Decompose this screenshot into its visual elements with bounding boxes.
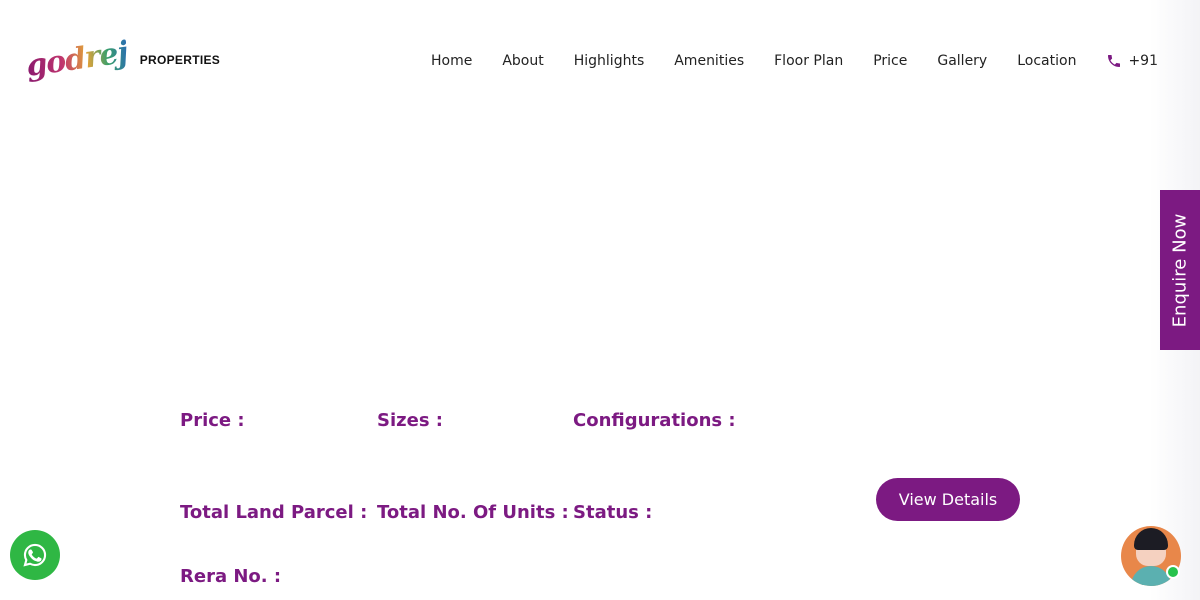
brand-logo[interactable]: godrej PROPERTIES (24, 35, 220, 84)
status-label: Status : (573, 502, 653, 523)
brand-logo-script: godrej (23, 35, 130, 84)
nav-about[interactable]: About (502, 50, 543, 72)
brand-logo-text: PROPERTIES (139, 53, 221, 67)
enquire-now-label: Enquire Now (1169, 213, 1191, 327)
nav-floor-plan[interactable]: Floor Plan (774, 50, 843, 72)
nav-amenities[interactable]: Amenities (674, 50, 744, 72)
phone-icon (1108, 55, 1121, 67)
enquire-now-tab[interactable]: Enquire Now (1160, 190, 1200, 350)
view-details-button[interactable]: View Details (876, 478, 1020, 521)
avatar-hair (1134, 528, 1168, 550)
nav-gallery[interactable]: Gallery (937, 50, 987, 72)
sizes-label: Sizes : (377, 410, 443, 431)
land-parcel-label: Total Land Parcel : (180, 502, 368, 523)
whatsapp-icon (23, 543, 47, 567)
whatsapp-button[interactable] (10, 530, 60, 580)
nav-highlights[interactable]: Highlights (574, 50, 645, 72)
rera-label: Rera No. : (180, 566, 282, 587)
avatar-body (1131, 566, 1171, 586)
nav-home[interactable]: Home (431, 50, 472, 72)
online-status-dot (1166, 565, 1180, 579)
nav-location[interactable]: Location (1017, 50, 1076, 72)
site-header: godrej PROPERTIES Home About Highlights … (0, 0, 1200, 120)
units-label: Total No. Of Units : (377, 502, 569, 523)
price-label: Price : (180, 410, 245, 431)
nav-price[interactable]: Price (873, 50, 907, 72)
configurations-label: Configurations : (573, 410, 736, 431)
main-nav: Home About Highlights Amenities Floor Pl… (401, 50, 1158, 72)
